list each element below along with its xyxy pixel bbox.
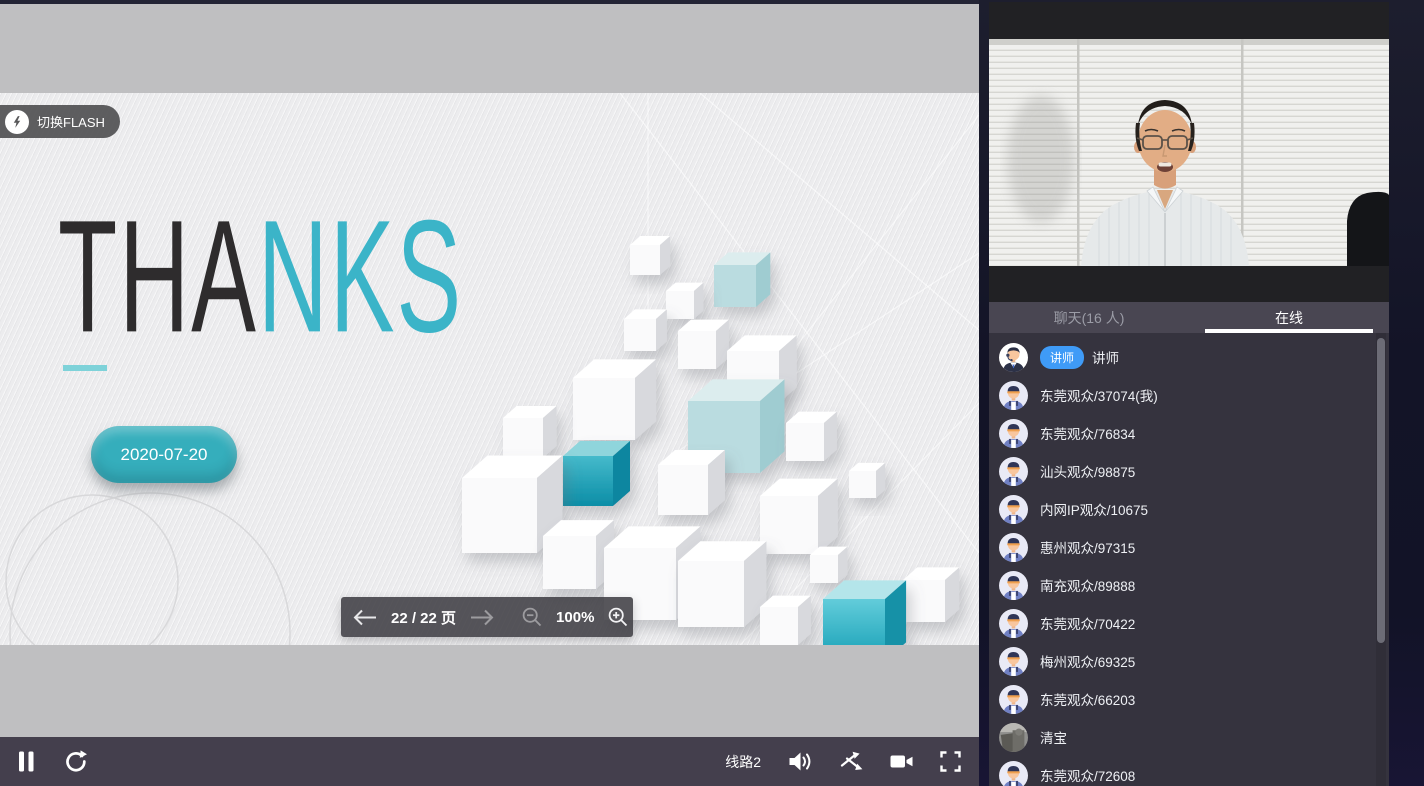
list-item[interactable]: 内网IP观众/10675 [989, 490, 1389, 528]
list-item[interactable]: 东莞观众/76834 [989, 414, 1389, 452]
line-switch-icon [840, 751, 863, 772]
slide-decoration [0, 93, 979, 645]
user-name: 东莞观众/72608 [1040, 765, 1135, 785]
next-page-button[interactable] [470, 609, 494, 626]
prev-page-button[interactable] [353, 609, 377, 626]
zoom-out-button[interactable] [522, 607, 542, 627]
presenter-video-frame [989, 39, 1389, 266]
avatar-viewer [999, 647, 1028, 676]
user-name: 东莞观众/66203 [1040, 689, 1135, 709]
webinar-window: 切换FLASH THANKS 2020-07-20 22 / 22 页 100% [0, 0, 1424, 786]
slide-title: THANKS [58, 197, 463, 357]
slide-canvas: 切换FLASH THANKS 2020-07-20 22 / 22 页 100% [0, 93, 979, 645]
fullscreen-button[interactable] [940, 751, 961, 772]
list-item[interactable]: 清宝 [989, 718, 1389, 756]
zoom-in-button[interactable] [608, 607, 628, 627]
list-item[interactable]: 南充观众/89888 [989, 566, 1389, 604]
magnifier-minus-icon [522, 607, 542, 627]
user-name: 东莞观众/76834 [1040, 423, 1135, 443]
arrow-right-icon [470, 609, 494, 626]
list-item[interactable]: 汕头观众/98875 [989, 452, 1389, 490]
list-item[interactable]: 东莞观众/72608 [989, 756, 1389, 786]
switch-flash-button[interactable]: 切换FLASH [0, 105, 120, 138]
user-name: 汕头观众/98875 [1040, 461, 1135, 481]
refresh-button[interactable] [63, 750, 87, 773]
user-name: 梅州观众/69325 [1040, 651, 1135, 671]
online-user-list: 讲师 讲师 东莞观众/37074(我) [989, 333, 1389, 786]
title-underline [63, 365, 107, 371]
user-name: 南充观众/89888 [1040, 575, 1135, 595]
avatar-photo [999, 723, 1028, 752]
user-name: 内网IP观众/10675 [1040, 499, 1148, 519]
tab-chat[interactable]: 聊天(16 人) [989, 302, 1189, 333]
fullscreen-icon [940, 751, 961, 772]
date-badge: 2020-07-20 [91, 426, 237, 483]
list-item[interactable]: 东莞观众/37074(我) [989, 376, 1389, 414]
switch-flash-label: 切换FLASH [37, 112, 105, 131]
avatar-viewer [999, 381, 1028, 410]
avatar-teacher [999, 343, 1028, 372]
avatar-viewer [999, 571, 1028, 600]
avatar-viewer [999, 533, 1028, 562]
camera-icon [890, 753, 913, 770]
role-badge: 讲师 [1040, 346, 1084, 369]
camera-button[interactable] [890, 753, 913, 770]
page-indicator: 22 / 22 页 [391, 607, 456, 628]
zoom-level: 100% [556, 609, 594, 626]
avatar-viewer [999, 457, 1028, 486]
line-selector[interactable]: 线路2 [725, 752, 761, 772]
pause-button[interactable] [18, 751, 35, 772]
list-item[interactable]: 梅州观众/69325 [989, 642, 1389, 680]
user-name: 惠州观众/97315 [1040, 537, 1135, 557]
user-name: 讲师 [1092, 347, 1119, 367]
avatar-viewer [999, 419, 1028, 448]
list-item[interactable]: 惠州观众/97315 [989, 528, 1389, 566]
list-item[interactable]: 讲师 讲师 [989, 338, 1389, 376]
player-controls: 线路2 [0, 737, 979, 786]
list-item[interactable]: 东莞观众/66203 [989, 680, 1389, 718]
refresh-icon [63, 750, 87, 773]
list-item[interactable]: 东莞观众/70422 [989, 604, 1389, 642]
tab-online[interactable]: 在线 [1189, 302, 1389, 333]
scrollbar-thumb[interactable] [1377, 338, 1385, 643]
scrollbar-track[interactable] [1376, 333, 1386, 786]
avatar-viewer [999, 685, 1028, 714]
line-switch-button[interactable] [840, 751, 863, 772]
sidebar-panel: 聊天(16 人) 在线 讲师 讲师 [979, 0, 1424, 786]
player-area: 切换FLASH THANKS 2020-07-20 22 / 22 页 100% [0, 0, 979, 786]
cubes-graphic [462, 236, 959, 645]
user-name: 清宝 [1040, 727, 1067, 747]
avatar-viewer [999, 761, 1028, 786]
arrow-left-icon [353, 609, 377, 626]
volume-button[interactable] [788, 751, 813, 772]
stage-margin-bottom [0, 645, 979, 737]
pause-icon [18, 751, 35, 772]
user-name: 东莞观众/70422 [1040, 613, 1135, 633]
volume-icon [788, 751, 813, 772]
avatar-viewer [999, 495, 1028, 524]
presenter-video [989, 2, 1389, 302]
stage-margin-top [0, 4, 979, 93]
user-name: 东莞观众/37074(我) [1040, 385, 1158, 405]
tab-bar: 聊天(16 人) 在线 [989, 302, 1389, 333]
flash-icon [5, 110, 29, 134]
circle-outlines [6, 493, 290, 645]
avatar-viewer [999, 609, 1028, 638]
magnifier-plus-icon [608, 607, 628, 627]
page-navigation: 22 / 22 页 100% [341, 597, 633, 637]
